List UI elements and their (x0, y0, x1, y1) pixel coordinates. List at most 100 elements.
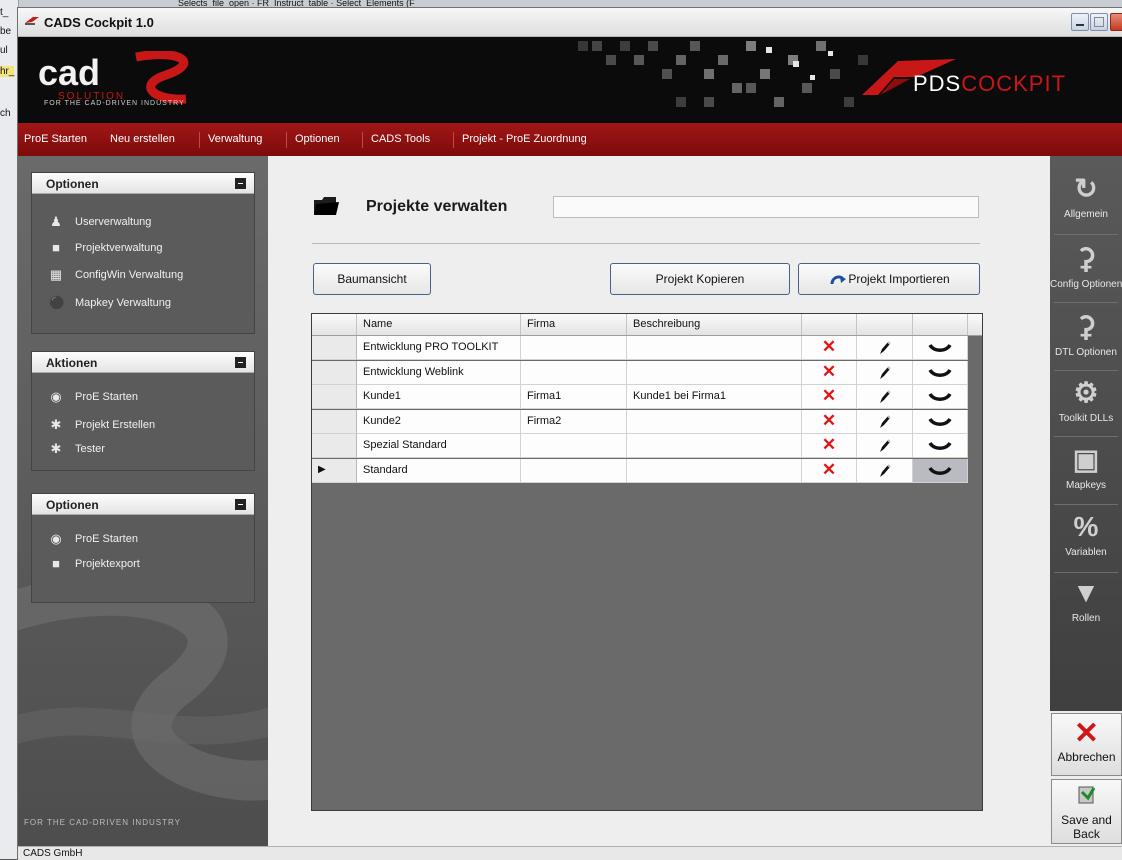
tool-mapkeys[interactable]: ▣ Mapkeys (1050, 437, 1122, 503)
menu-item-verwaltung[interactable]: Verwaltung (208, 133, 262, 145)
tool-allgemein[interactable]: ↻ Allgemein (1050, 166, 1122, 232)
config-icon: ▦ (49, 267, 63, 282)
project-search-input[interactable] (553, 196, 979, 218)
table-row[interactable]: Entwicklung Weblink ✕ (312, 360, 968, 385)
edit-row-button[interactable] (857, 385, 913, 409)
curved-arrow-icon (928, 441, 952, 450)
nav-userverwaltung[interactable]: ♟ Userverwaltung (49, 213, 249, 233)
panel-title: Optionen (46, 498, 99, 512)
delete-x-icon: ✕ (821, 435, 837, 454)
delete-x-icon: ✕ (821, 337, 837, 356)
main-window: CADS Cockpit 1.0 cad SOLUTION FOR THE CA… (18, 8, 1122, 860)
delete-x-icon: ✕ (821, 459, 837, 479)
nav-label: ProE Starten (75, 533, 138, 545)
close-button[interactable] (1110, 13, 1122, 31)
wrench-icon: ⚳ (1075, 311, 1097, 342)
open-row-button[interactable] (913, 409, 968, 434)
minimize-button[interactable] (1071, 13, 1089, 31)
row-selector[interactable] (312, 409, 357, 434)
cell-name: Entwicklung PRO TOOLKIT (357, 336, 521, 360)
cancel-button[interactable]: ✕ Abbrechen (1051, 713, 1122, 776)
open-row-button[interactable] (913, 458, 968, 483)
menu-item-neu-erstellen[interactable]: Neu erstellen (110, 133, 175, 145)
maximize-button[interactable] (1090, 13, 1108, 31)
edit-row-button[interactable] (857, 336, 913, 360)
nav-mapkey-verwaltung[interactable]: ⚫ Mapkey Verwaltung (49, 294, 249, 314)
edit-row-button[interactable] (857, 458, 913, 483)
table-row[interactable]: Spezial Standard ✕ (312, 434, 968, 458)
gears-icon: ⚙ (1073, 377, 1099, 408)
row-selector[interactable] (312, 336, 357, 360)
row-selector[interactable] (312, 385, 357, 409)
open-row-button[interactable] (913, 434, 968, 458)
row-selector[interactable]: ▶ (312, 458, 357, 483)
table-row[interactable]: ▶ Standard ✕ (312, 458, 968, 483)
tool-config-optionen[interactable]: ⚳ Config Optionen (1050, 236, 1122, 302)
nav-label: Mapkey Verwaltung (75, 297, 171, 309)
pencil-icon (879, 463, 891, 477)
delete-row-button[interactable]: ✕ (802, 360, 857, 385)
background-fragment: ul (0, 45, 8, 56)
edit-row-button[interactable] (857, 434, 913, 458)
title-bar[interactable]: CADS Cockpit 1.0 (18, 8, 1122, 37)
edit-row-button[interactable] (857, 409, 913, 434)
action-tester[interactable]: ✱ Tester (49, 440, 249, 460)
tool-variablen[interactable]: % Variablen (1050, 504, 1122, 570)
roles-icon: ▼ (1072, 577, 1100, 608)
tool-toolkit-dlls[interactable]: ⚙ Toolkit DLLs (1050, 370, 1122, 436)
tree-view-button[interactable]: Baumansicht (313, 263, 431, 295)
pencil-icon (879, 390, 891, 403)
cell-beschreibung (627, 458, 802, 483)
cell-name: Standard (357, 458, 521, 483)
edit-row-button[interactable] (857, 360, 913, 385)
wrench-icon: ⚳ (1075, 243, 1097, 274)
delete-row-button[interactable]: ✕ (802, 458, 857, 483)
delete-row-button[interactable]: ✕ (802, 434, 857, 458)
menu-item-cads-tools[interactable]: CADS Tools (371, 133, 430, 145)
row-selector[interactable] (312, 360, 357, 385)
delete-row-button[interactable]: ✕ (802, 336, 857, 360)
menu-item-proe-starten[interactable]: ProE Starten (24, 133, 87, 145)
option-projektexport[interactable]: ■ Projektexport (49, 555, 249, 575)
toolbar-separator (1054, 302, 1118, 303)
table-row[interactable]: Kunde2 Firma2 ✕ (312, 409, 968, 434)
play-icon: ◉ (50, 531, 62, 546)
refresh-arrow-icon (830, 275, 847, 285)
nav-projektverwaltung[interactable]: ■ Projektverwaltung (49, 239, 249, 259)
nav-configwin-verwaltung[interactable]: ▦ ConfigWin Verwaltung (49, 266, 249, 286)
tool-label: Variablen (1065, 547, 1107, 558)
menu-item-projekt-zuordnung[interactable]: Projekt - ProE Zuordnung (462, 133, 587, 145)
background-fragment: hr_ (0, 66, 15, 77)
tool-label: Toolkit DLLs (1058, 413, 1114, 424)
table-row[interactable]: Kunde1 Firma1 Kunde1 bei Firma1 ✕ (312, 385, 968, 409)
save-label-line2: Back (1073, 827, 1100, 841)
nav-label: ConfigWin Verwaltung (75, 269, 184, 281)
header-firma[interactable]: Firma (521, 314, 627, 335)
collapse-icon[interactable] (235, 178, 246, 189)
status-bar: CADS GmbH (18, 846, 1122, 860)
header-name[interactable]: Name (357, 314, 521, 335)
header-beschreibung[interactable]: Beschreibung (627, 314, 802, 335)
open-row-button[interactable] (913, 336, 968, 360)
cell-firma (521, 458, 627, 483)
table-row[interactable]: Entwicklung PRO TOOLKIT ✕ (312, 336, 968, 360)
import-project-button[interactable]: Projekt Importieren (798, 263, 980, 295)
menu-item-optionen[interactable]: Optionen (295, 133, 340, 145)
action-projekt-erstellen[interactable]: ✱ Projekt Erstellen (49, 416, 249, 436)
tool-dtl-optionen[interactable]: ⚳ DTL Optionen (1050, 304, 1122, 370)
delete-row-button[interactable]: ✕ (802, 409, 857, 434)
puzzle-icon: ✱ (50, 417, 62, 432)
collapse-icon[interactable] (235, 357, 246, 368)
tool-label: DTL Optionen (1055, 347, 1117, 358)
delete-row-button[interactable]: ✕ (802, 385, 857, 409)
collapse-icon[interactable] (235, 499, 246, 510)
delete-x-icon: ✕ (821, 410, 837, 430)
option-proe-starten[interactable]: ◉ ProE Starten (49, 530, 249, 550)
copy-project-button[interactable]: Projekt Kopieren (610, 263, 790, 295)
open-row-button[interactable] (913, 385, 968, 409)
tool-rollen[interactable]: ▼ Rollen (1050, 570, 1122, 636)
open-row-button[interactable] (913, 360, 968, 385)
row-selector[interactable] (312, 434, 357, 458)
save-and-back-button[interactable]: Save and Back (1051, 779, 1122, 844)
action-proe-starten[interactable]: ◉ ProE Starten (49, 388, 249, 408)
